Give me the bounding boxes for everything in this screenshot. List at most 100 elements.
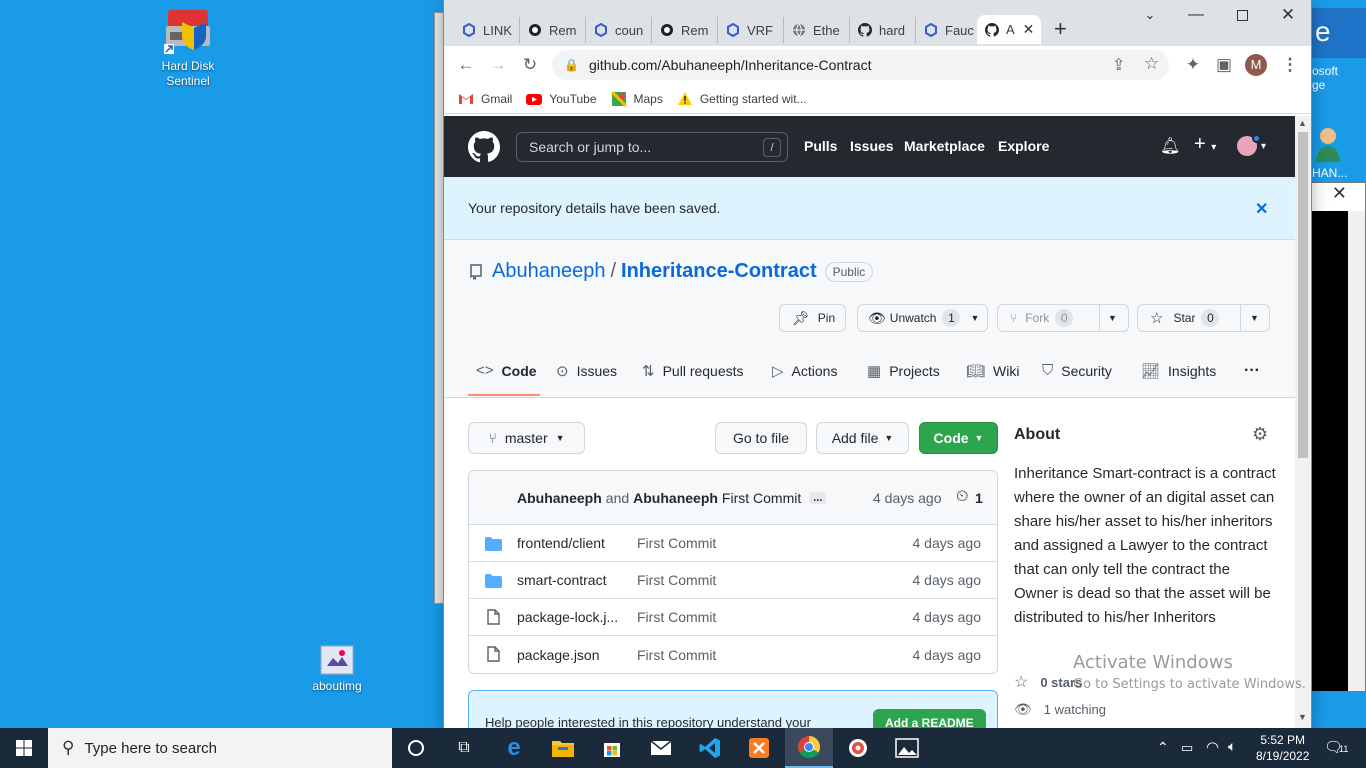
edge-tile[interactable]: e [1311, 8, 1366, 58]
file-row[interactable]: package.json First Commit 4 days ago [469, 636, 997, 673]
notification-center-icon[interactable]: 🗨︎11 [1324, 738, 1348, 756]
flash-close-icon[interactable]: ✕ [1255, 199, 1268, 219]
file-commit-message[interactable]: First Commit [637, 609, 716, 625]
close-window-button[interactable]: ✕ [1265, 0, 1311, 30]
unwatch-button[interactable]: 👁︎ Unwatch 1 ▼ [857, 304, 988, 332]
file-commit-message[interactable]: First Commit [637, 535, 716, 551]
menu-icon[interactable]: ⋮ [1276, 51, 1304, 79]
battery-icon[interactable]: ▭ [1181, 740, 1193, 756]
browser-tab[interactable]: Ethe [784, 17, 850, 43]
start-button[interactable] [0, 728, 48, 768]
reload-icon[interactable]: ↻ [516, 51, 544, 79]
desktop-icon-aboutimg[interactable]: aboutimg [297, 644, 377, 694]
extensions-icon[interactable]: ✦ [1179, 51, 1207, 79]
scroll-down-arrow[interactable]: ▼ [1298, 712, 1307, 722]
watching-link[interactable]: 👁︎ 1 watching [1014, 701, 1106, 718]
tab-issues[interactable]: ⊙ Issues [556, 362, 617, 380]
chrome-window[interactable]: LINK Rem coun Rem VRF Ethe hard Fauc A ✕… [444, 0, 1311, 728]
file-name[interactable]: package-lock.j... [517, 609, 618, 625]
maximize-button[interactable] [1219, 0, 1265, 30]
clock[interactable]: 5:52 PM 8/19/2022 [1256, 732, 1309, 764]
tab-close-icon[interactable]: ✕ [1023, 21, 1035, 38]
browser-tab[interactable]: Rem [520, 17, 586, 43]
tab-security[interactable]: ⛉ Security [1042, 362, 1112, 379]
taskbar-search-input[interactable]: ⚲ Type here to search [48, 728, 392, 768]
tab-search-icon[interactable]: ⌄ [1127, 0, 1173, 30]
notification-bell-icon[interactable]: 🔔︎ [1160, 136, 1180, 156]
mail-icon[interactable] [637, 728, 685, 768]
side-panel-icon[interactable]: ▣ [1210, 51, 1238, 79]
nav-explore[interactable]: Explore [998, 138, 1049, 154]
bookmark-getting-started[interactable]: Getting started wit... [677, 91, 807, 107]
file-commit-message[interactable]: First Commit [637, 647, 716, 663]
desktop-icon-hard-disk-sentinel[interactable]: Hard Disk Sentinel [148, 8, 228, 89]
browser-tab[interactable]: LINK [454, 17, 520, 43]
fork-button[interactable]: ⑂ Fork 0 ▼ [997, 304, 1129, 332]
xampp-icon[interactable] [735, 728, 783, 768]
photos-icon[interactable] [883, 728, 931, 768]
app-icon[interactable] [834, 728, 882, 768]
branch-selector[interactable]: ⑂ master ▼ [468, 422, 585, 454]
pin-button[interactable]: 📌︎ Pin [779, 304, 846, 332]
chrome-taskbar-icon[interactable] [785, 728, 833, 768]
forward-icon[interactable]: → [484, 51, 512, 79]
volume-icon[interactable]: 🔈︎ [1228, 738, 1236, 755]
file-row[interactable]: smart-contract First Commit 4 days ago [469, 562, 997, 599]
file-name[interactable]: smart-contract [517, 572, 606, 588]
browser-tab[interactable]: Rem [652, 17, 718, 43]
go-to-file-button[interactable]: Go to file [715, 422, 807, 454]
commit-expand-button[interactable]: ... [809, 492, 827, 504]
tab-actions[interactable]: ▷ Actions [772, 362, 837, 380]
file-name[interactable]: frontend/client [517, 535, 605, 551]
store-icon[interactable] [588, 728, 636, 768]
vscode-icon[interactable] [686, 728, 734, 768]
edge-browser-icon[interactable]: e [490, 728, 538, 768]
bookmark-maps[interactable]: Maps [610, 90, 663, 107]
tab-insights[interactable]: 📈︎ Insights [1141, 362, 1216, 380]
file-row[interactable]: package-lock.j... First Commit 4 days ag… [469, 599, 997, 636]
show-hidden-icons[interactable]: ⌃ [1157, 739, 1169, 756]
task-view-icon[interactable]: ⧉ [440, 728, 488, 768]
share-icon[interactable]: ⇪ [1112, 55, 1125, 75]
nav-issues[interactable]: Issues [850, 138, 894, 154]
tab-wiki[interactable]: 📖︎ Wiki [966, 362, 1019, 380]
github-logo-icon[interactable] [468, 131, 500, 163]
history-icon[interactable]: ⏲︎ [956, 488, 968, 506]
scroll-thumb[interactable] [1298, 132, 1308, 458]
commit-message[interactable]: First Commit [722, 490, 801, 506]
scrollbar[interactable] [1348, 211, 1365, 691]
wifi-icon[interactable]: ◠ [1206, 738, 1219, 756]
star-button[interactable]: ☆ Star 0 ▼ [1137, 304, 1270, 332]
create-new-icon[interactable]: + ▾ [1194, 133, 1216, 156]
scroll-up-arrow[interactable]: ▲ [1298, 118, 1307, 128]
github-search-input[interactable]: Search or jump to... / [516, 132, 788, 162]
add-readme-button[interactable]: Add a README [873, 709, 986, 728]
browser-tab[interactable]: coun [586, 17, 652, 43]
browser-tab[interactable]: hard [850, 17, 916, 43]
chevron-down-icon[interactable]: ▼ [1250, 313, 1259, 323]
new-tab-button[interactable]: + [1054, 18, 1067, 40]
minimize-button[interactable]: — [1173, 0, 1219, 30]
commit-coauthor[interactable]: Abuhaneeph [633, 490, 718, 506]
nav-marketplace[interactable]: Marketplace [904, 138, 985, 154]
address-bar[interactable]: 🔒 github.com/Abuhaneeph/Inheritance-Cont… [552, 50, 1169, 80]
page-scrollbar[interactable]: ▲ ▼ [1295, 116, 1311, 728]
browser-tab[interactable]: Fauc [916, 17, 982, 43]
commit-time[interactable]: 4 days ago [873, 490, 942, 506]
close-icon[interactable]: ✕ [1312, 183, 1365, 211]
back-icon[interactable]: ← [452, 51, 480, 79]
dark-window[interactable]: ✕ [1311, 182, 1366, 692]
gear-icon[interactable]: ⚙ [1252, 424, 1268, 445]
repo-name-link[interactable]: Inheritance-Contract [621, 260, 817, 283]
file-row[interactable]: frontend/client First Commit 4 days ago [469, 525, 997, 562]
commit-count[interactable]: 1 [975, 490, 983, 506]
file-commit-message[interactable]: First Commit [637, 572, 716, 588]
bookmark-gmail[interactable]: Gmail [458, 91, 512, 107]
code-dropdown-button[interactable]: Code ▼ [919, 422, 998, 454]
tab-projects[interactable]: ▦ Projects [867, 362, 940, 380]
bookmark-star-icon[interactable]: ☆ [1144, 54, 1159, 74]
bookmark-youtube[interactable]: YouTube [526, 91, 597, 107]
tab-code[interactable]: <> Code [476, 362, 537, 379]
browser-tab[interactable]: VRF [718, 17, 784, 43]
commit-author[interactable]: Abuhaneeph [517, 490, 602, 506]
